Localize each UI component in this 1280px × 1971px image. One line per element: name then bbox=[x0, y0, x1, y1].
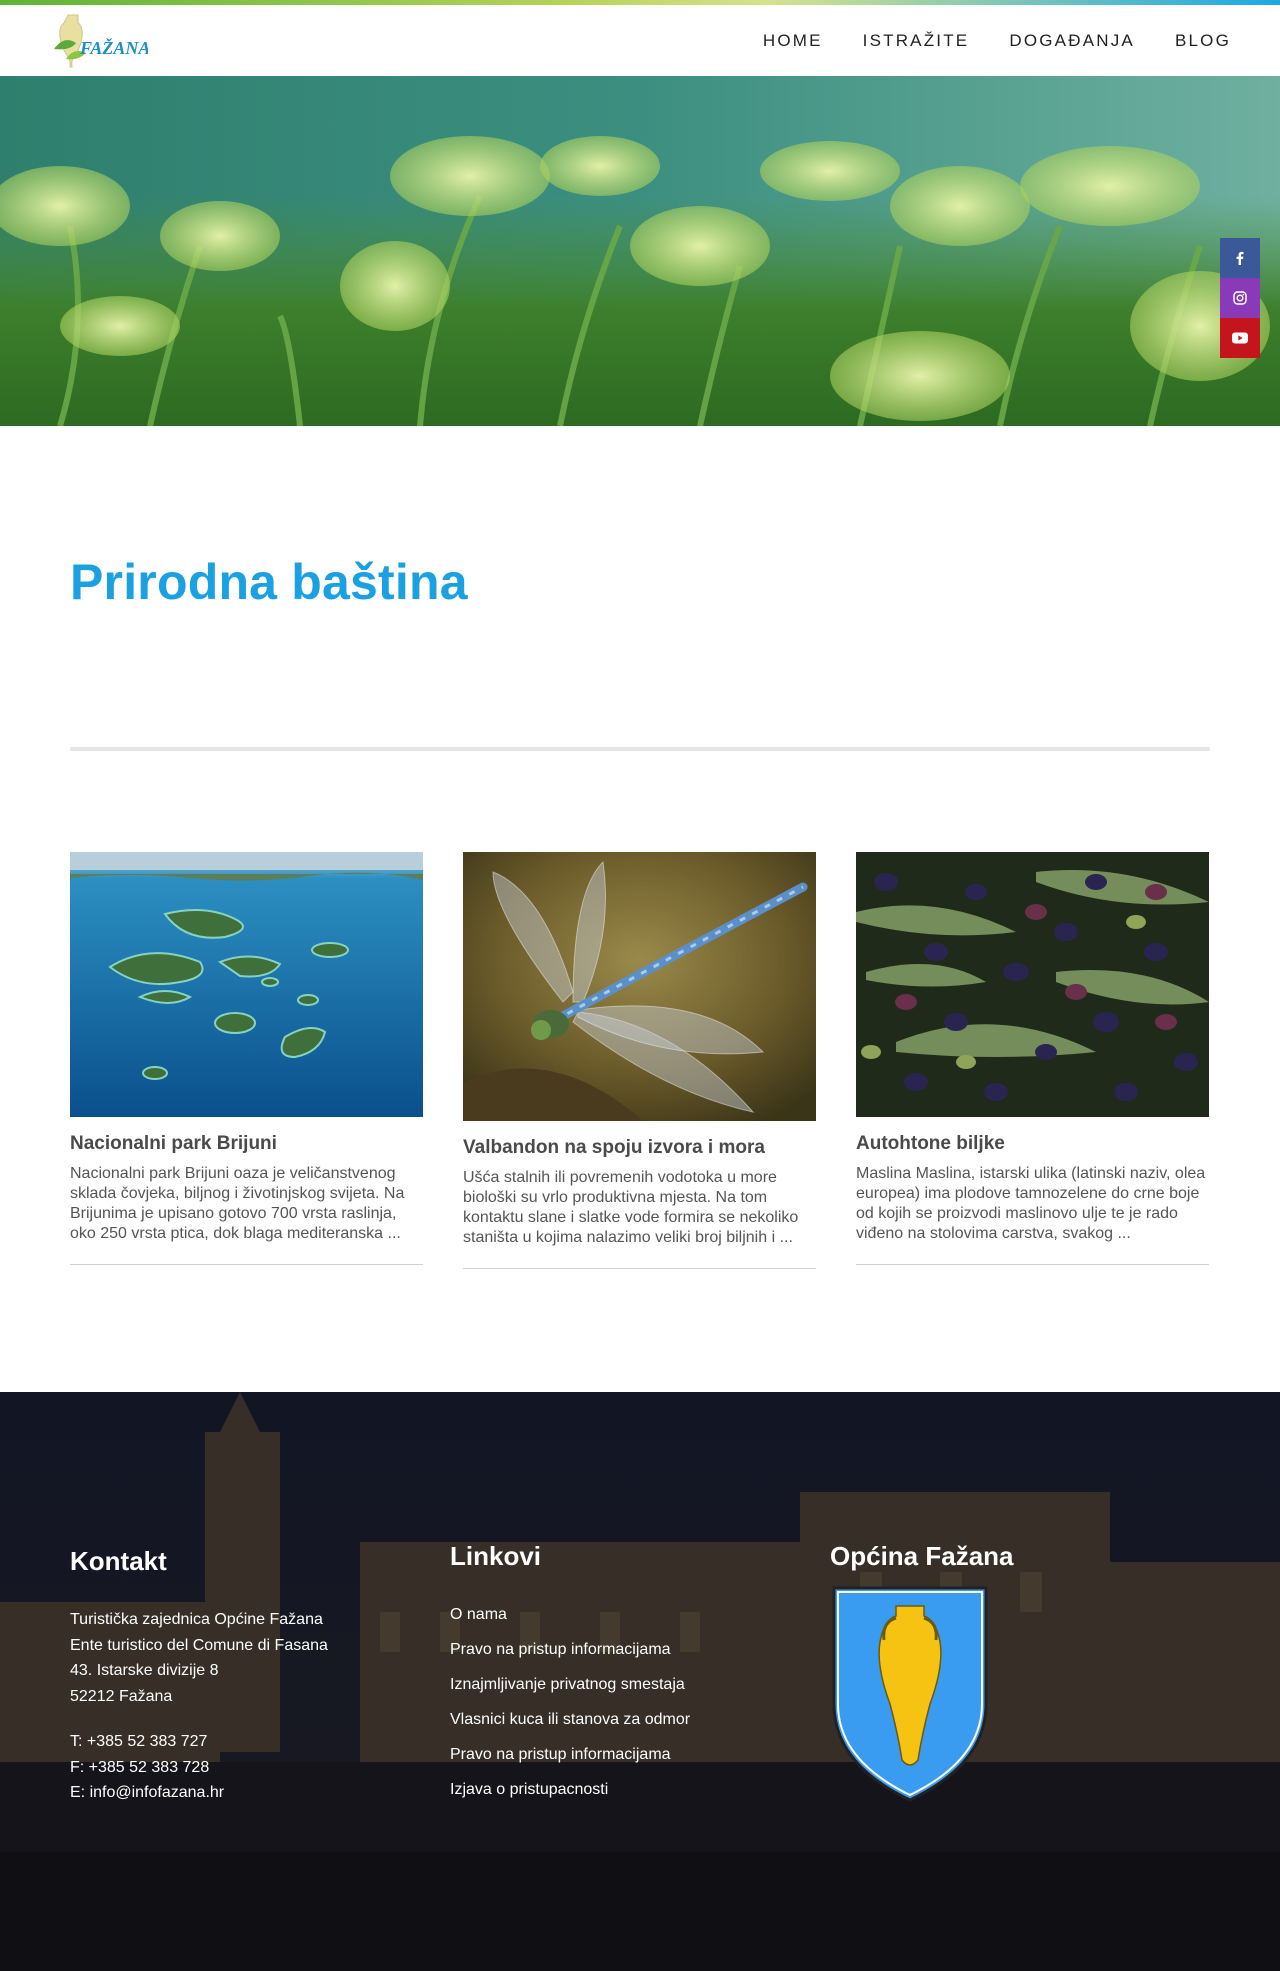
phone-text: T: +385 52 383 727 bbox=[70, 1733, 208, 1750]
card-title[interactable]: Nacionalni park Brijuni bbox=[70, 1132, 423, 1156]
address-line: 52212 Fažana bbox=[70, 1687, 173, 1705]
kontakt-details: T: +385 52 383 727 F: +385 52 383 728 E:… bbox=[70, 1729, 328, 1806]
card-rule bbox=[70, 1264, 423, 1265]
footer-linkovi: Linkovi O nama Pravo na pristup informac… bbox=[450, 1541, 690, 1807]
fax-text: F: +385 52 383 728 bbox=[70, 1758, 210, 1776]
address-line: Ente turistico del Comune di Fasana bbox=[70, 1636, 328, 1654]
address-line: 43. Istarske divizije 8 bbox=[70, 1662, 219, 1679]
footer-link-list: O nama Pravo na pristup informacijama Iz… bbox=[450, 1597, 690, 1807]
youtube-icon bbox=[1232, 332, 1248, 344]
opcina-heading: Općina Fažana bbox=[830, 1541, 1014, 1571]
card-title[interactable]: Autohtone biljke bbox=[856, 1132, 1209, 1156]
card-image-brijuni[interactable] bbox=[70, 852, 423, 1117]
nav-home[interactable]: HOME bbox=[763, 31, 823, 51]
youtube-link[interactable] bbox=[1220, 318, 1260, 358]
card-image-olives[interactable] bbox=[856, 852, 1209, 1117]
card-image-valbandon[interactable] bbox=[463, 852, 816, 1121]
svg-text:FAŽANA: FAŽANA bbox=[79, 37, 148, 58]
fazana-logo-icon: FAŽANA bbox=[54, 14, 148, 67]
facebook-icon bbox=[1236, 251, 1244, 265]
social-links bbox=[1220, 238, 1260, 358]
card-brijuni[interactable]: Nacionalni park Brijuni Nacionalni park … bbox=[70, 852, 423, 1269]
logo[interactable]: FAŽANA bbox=[52, 9, 148, 73]
coat-of-arms-icon bbox=[830, 1584, 1014, 1809]
footer-kontakt: Kontakt Turistička zajednica Općine Faža… bbox=[70, 1546, 328, 1806]
footer-link[interactable]: Iznajmljivanje privatnog smestaja bbox=[450, 1676, 685, 1693]
hero-image bbox=[0, 76, 1280, 426]
facebook-link[interactable] bbox=[1220, 238, 1260, 278]
card-excerpt: Ušća stalnih ili povremenih vodotoka u m… bbox=[463, 1169, 799, 1246]
nav-dogadanja[interactable]: DOGAĐANJA bbox=[1009, 31, 1135, 51]
main-nav: HOME ISTRAŽITE DOGAĐANJA BLOG bbox=[763, 31, 1231, 51]
card-excerpt: Nacionalni park Brijuni oaza je veličans… bbox=[70, 1165, 405, 1242]
card-excerpt: Maslina Maslina, istarski ulika (latinsk… bbox=[856, 1165, 1206, 1242]
linkovi-heading: Linkovi bbox=[450, 1541, 542, 1571]
footer-link[interactable]: Vlasnici kuca ili stanova za odmor bbox=[450, 1711, 690, 1728]
card-rule bbox=[463, 1268, 816, 1269]
nav-blog[interactable]: BLOG bbox=[1175, 31, 1231, 51]
footer-link[interactable]: O nama bbox=[450, 1606, 507, 1623]
footer-link[interactable]: Pravo na pristup informacijama bbox=[450, 1641, 671, 1658]
footer-link[interactable]: Izjava o pristupacnosti bbox=[450, 1781, 608, 1798]
card-autohtone-biljke[interactable]: Autohtone biljke Maslina Maslina, istars… bbox=[856, 852, 1209, 1269]
nav-istrazite[interactable]: ISTRAŽITE bbox=[863, 31, 970, 51]
footer-link[interactable]: Pravo na pristup informacijama bbox=[450, 1746, 671, 1763]
footer-opcina: Općina Fažana bbox=[830, 1541, 1014, 1809]
email-link[interactable]: E: info@infofazana.hr bbox=[70, 1780, 328, 1806]
card-grid: Nacionalni park Brijuni Nacionalni park … bbox=[70, 852, 1210, 1269]
kontakt-heading: Kontakt bbox=[70, 1546, 167, 1576]
section-divider bbox=[70, 747, 1210, 751]
card-valbandon[interactable]: Valbandon na spoju izvora i mora Ušća st… bbox=[463, 852, 816, 1269]
instagram-icon bbox=[1233, 291, 1247, 305]
address-line: Turistička zajednica Općine Fažana bbox=[70, 1611, 323, 1628]
site-footer: Kontakt Turistička zajednica Općine Faža… bbox=[0, 1392, 1280, 1971]
kontakt-address: Turistička zajednica Općine Fažana Ente … bbox=[70, 1607, 328, 1709]
card-rule bbox=[856, 1264, 1209, 1265]
page-title: Prirodna baština bbox=[70, 554, 468, 610]
card-title[interactable]: Valbandon na spoju izvora i mora bbox=[463, 1136, 816, 1160]
instagram-link[interactable] bbox=[1220, 278, 1260, 318]
site-header: FAŽANA HOME ISTRAŽITE DOGAĐANJA BLOG bbox=[0, 5, 1280, 76]
